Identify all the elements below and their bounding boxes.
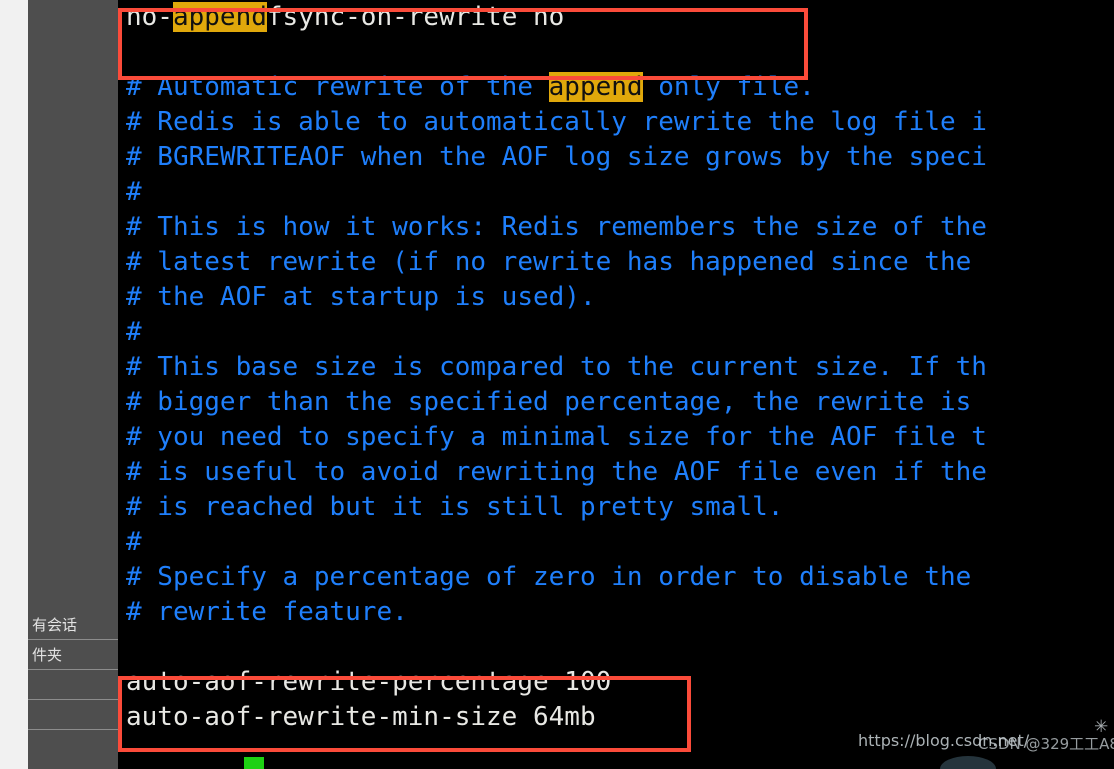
terminal-line: # <box>118 315 1114 350</box>
terminal-text-run: # is reached but it is still pretty smal… <box>126 492 784 522</box>
terminal-line: # <box>118 175 1114 210</box>
terminal-text-run: fsync-on-rewrite no <box>266 2 565 32</box>
terminal-text-run: # bigger than the specified percentage, … <box>126 387 972 417</box>
search-match-highlight: append <box>548 72 643 102</box>
terminal-line: # bigger than the specified percentage, … <box>118 385 1114 420</box>
terminal-text-run: # <box>126 527 142 557</box>
terminal-line: # rewrite feature. <box>118 595 1114 630</box>
terminal-text-run: only file. <box>642 72 815 102</box>
sidebar-top-spacer <box>28 0 118 610</box>
screenshot-root: 有会话 件夹 no-appendfsync-on-rewrite no # Aut… <box>0 0 1114 769</box>
watermark-logo-icon: ✳ <box>1094 717 1109 737</box>
terminal-line: # is useful to avoid rewriting the AOF f… <box>118 455 1114 490</box>
terminal-line: # <box>118 525 1114 560</box>
terminal-text-run: # This base size is compared to the curr… <box>126 352 987 382</box>
terminal-text-run: # Specify a percentage of zero in order … <box>126 562 972 592</box>
sidebar-item-sessions[interactable]: 有会话 <box>28 610 118 640</box>
terminal-text-buffer: no-appendfsync-on-rewrite no # Automatic … <box>118 0 1114 735</box>
terminal-line: # the AOF at startup is used). <box>118 280 1114 315</box>
search-match-highlight: append <box>172 2 267 32</box>
terminal-text-run: auto-aof-rewrite-min-size 64mb <box>126 702 596 732</box>
terminal-line: no-appendfsync-on-rewrite no <box>118 0 1114 35</box>
terminal-text-run: # latest rewrite (if no rewrite has happ… <box>126 247 972 277</box>
terminal-pane[interactable]: no-appendfsync-on-rewrite no # Automatic … <box>118 0 1114 769</box>
terminal-text-run: auto-aof-rewrite-percentage 100 <box>126 667 612 697</box>
terminal-text-run: # the AOF at startup is used). <box>126 282 596 312</box>
terminal-text-run: # rewrite feature. <box>126 597 408 627</box>
terminal-line: # This is how it works: Redis remembers … <box>118 210 1114 245</box>
terminal-line: auto-aof-rewrite-percentage 100 <box>118 665 1114 700</box>
page-background-strip <box>0 0 28 769</box>
terminal-line: # Automatic rewrite of the append only f… <box>118 70 1114 105</box>
terminal-text-run: no- <box>126 2 173 32</box>
sidebar-item-blank-2[interactable] <box>28 700 118 730</box>
terminal-text-run: # you need to specify a minimal size for… <box>126 422 987 452</box>
terminal-text-run: # Automatic rewrite of the <box>126 72 549 102</box>
terminal-line: # you need to specify a minimal size for… <box>118 420 1114 455</box>
sidebar-item-blank-1[interactable] <box>28 670 118 700</box>
terminal-line: # latest rewrite (if no rewrite has happ… <box>118 245 1114 280</box>
terminal-text-run: # <box>126 317 142 347</box>
terminal-text-run: # is useful to avoid rewriting the AOF f… <box>126 457 987 487</box>
sidebar-item-folders[interactable]: 件夹 <box>28 640 118 670</box>
app-sidebar: 有会话 件夹 <box>28 0 118 769</box>
terminal-line: # Specify a percentage of zero in order … <box>118 560 1114 595</box>
terminal-text-run: # Redis is able to automatically rewrite… <box>126 107 987 137</box>
terminal-text-run: # <box>126 177 142 207</box>
terminal-text-run: # BGREWRITEAOF when the AOF log size gro… <box>126 142 987 172</box>
terminal-line: # BGREWRITEAOF when the AOF log size gro… <box>118 140 1114 175</box>
terminal-line: # is reached but it is still pretty smal… <box>118 490 1114 525</box>
terminal-cursor <box>244 757 264 769</box>
terminal-line: # Redis is able to automatically rewrite… <box>118 105 1114 140</box>
terminal-line: auto-aof-rewrite-min-size 64mb <box>118 700 1114 735</box>
terminal-line: # This base size is compared to the curr… <box>118 350 1114 385</box>
terminal-text-run: # This is how it works: Redis remembers … <box>126 212 987 242</box>
